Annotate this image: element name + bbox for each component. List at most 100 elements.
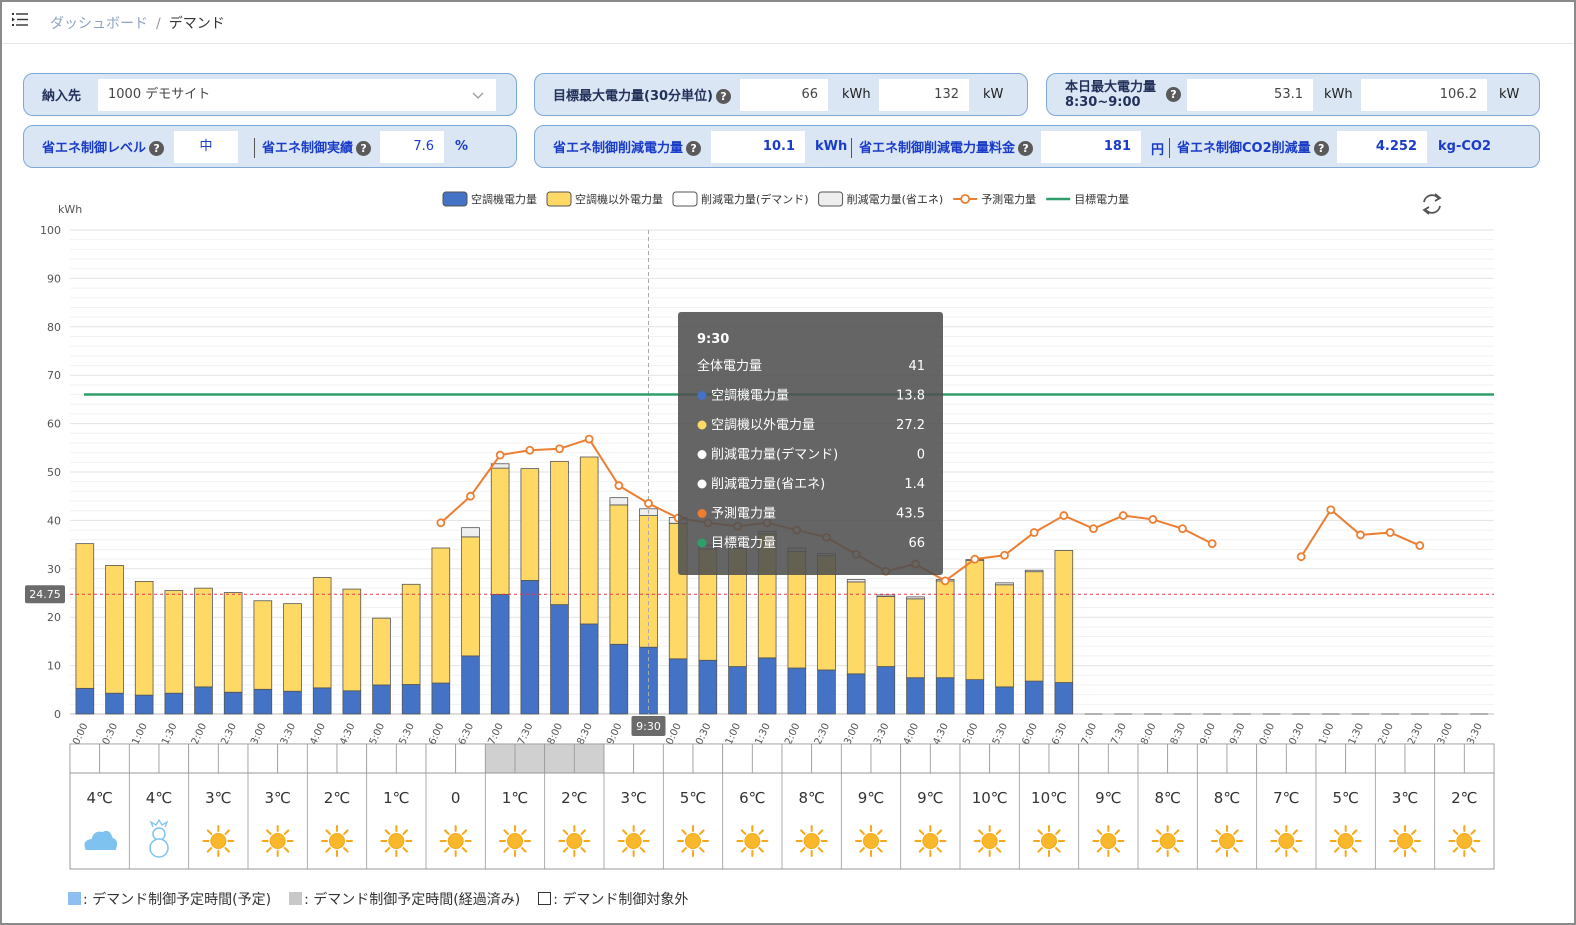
prediction-point bbox=[495, 450, 505, 460]
demand-control-cell bbox=[99, 743, 130, 774]
y-tick-label: 10 bbox=[47, 660, 61, 673]
y-tick-label: 60 bbox=[47, 418, 61, 431]
prediction-point bbox=[1118, 511, 1128, 520]
bar-reduction-saving bbox=[995, 582, 1014, 586]
x-tick-label: 8:00 bbox=[546, 722, 565, 747]
bar-other bbox=[253, 600, 273, 690]
sun-core bbox=[981, 833, 998, 849]
sun-core bbox=[922, 833, 939, 849]
bar-other bbox=[1054, 550, 1074, 683]
bar-aircon bbox=[372, 684, 391, 715]
prediction-point bbox=[466, 491, 475, 501]
threshold-label: 24.75 bbox=[29, 588, 61, 601]
legend-excluded: : デマンド制御対象外 bbox=[538, 889, 688, 909]
tooltip-row-value: 13.8 bbox=[896, 389, 925, 404]
y-axis-label: kWh bbox=[58, 203, 82, 216]
bar-aircon bbox=[906, 677, 925, 715]
tooltip-row-value: 0 bbox=[917, 448, 925, 463]
demand-control-cell bbox=[900, 743, 931, 774]
bar-aircon bbox=[935, 677, 955, 715]
x-tick-label: 5:30 bbox=[397, 722, 416, 747]
bar-other bbox=[609, 504, 629, 645]
prediction-point bbox=[584, 434, 594, 444]
bar-other bbox=[1024, 571, 1044, 682]
demand-control-cell bbox=[366, 743, 397, 774]
weather-temp: 2℃ bbox=[1451, 789, 1477, 807]
sun-icon bbox=[1033, 825, 1065, 857]
sun-icon bbox=[617, 825, 650, 857]
sun-core bbox=[1397, 833, 1413, 849]
x-tick-label: 0:30 bbox=[101, 722, 120, 747]
bar-other bbox=[431, 547, 451, 684]
sun-core bbox=[1278, 833, 1295, 849]
demand-control-cell bbox=[692, 743, 724, 774]
sun-icon bbox=[1389, 825, 1421, 857]
bar-other bbox=[194, 587, 213, 688]
demand-control-cell bbox=[1167, 743, 1198, 774]
tooltip-row-value: 1.4 bbox=[904, 477, 925, 492]
demand-control-cell bbox=[1463, 743, 1495, 774]
sun-core bbox=[1041, 833, 1057, 849]
sun-icon bbox=[1329, 825, 1362, 857]
demand-control-cell bbox=[751, 743, 783, 774]
demand-control-cell bbox=[1434, 743, 1465, 774]
legend-label: 空調機電力量 bbox=[471, 192, 537, 206]
legend-planned: : デマンド制御予定時間(予定) bbox=[68, 889, 271, 909]
demand-control-cell bbox=[573, 743, 605, 774]
bar-aircon bbox=[342, 690, 362, 715]
passed-swatch bbox=[289, 892, 303, 905]
bar-aircon bbox=[817, 669, 836, 715]
demand-control-cell bbox=[1285, 743, 1317, 774]
bar-aircon bbox=[75, 687, 95, 715]
sun-icon bbox=[1211, 825, 1243, 857]
x-tick-label: 0:00 bbox=[71, 722, 90, 747]
weather-temp: 4℃ bbox=[86, 789, 112, 807]
prediction-point bbox=[1326, 505, 1336, 515]
bar-aircon bbox=[787, 667, 807, 715]
bar-other bbox=[995, 584, 1014, 688]
weather-temp: 5℃ bbox=[680, 789, 706, 807]
bar-aircon bbox=[520, 580, 540, 715]
bar-aircon bbox=[579, 623, 599, 715]
bar-aircon bbox=[194, 686, 213, 715]
weather-temp: 3℃ bbox=[264, 789, 290, 807]
bar-aircon bbox=[312, 687, 332, 715]
bar-aircon bbox=[1054, 682, 1074, 715]
prediction-point bbox=[940, 576, 950, 586]
tooltip-dot bbox=[697, 420, 707, 430]
legend-swatch bbox=[672, 191, 698, 207]
legend-planned-text: : デマンド制御予定時間(予定) bbox=[83, 892, 272, 908]
tooltip-dot bbox=[697, 479, 707, 489]
refresh-icon[interactable] bbox=[1422, 193, 1442, 215]
legend-swatch-point bbox=[960, 194, 971, 204]
bar-reduction-saving bbox=[609, 497, 629, 506]
demand-control-cell bbox=[1018, 743, 1050, 774]
demand-control-cell bbox=[69, 743, 101, 774]
bar-other bbox=[876, 595, 896, 667]
y-tick-label: 70 bbox=[47, 369, 61, 382]
demand-control-cell bbox=[840, 743, 872, 774]
prediction-point bbox=[1148, 515, 1158, 524]
weather-temp: 1℃ bbox=[383, 789, 409, 807]
bar-other bbox=[550, 460, 569, 606]
bar-other bbox=[401, 583, 421, 685]
demand-control-cell bbox=[929, 743, 961, 774]
bar-aircon bbox=[253, 688, 273, 715]
x-tick-label: 8:30 bbox=[575, 722, 594, 747]
demand-control-cell bbox=[425, 743, 457, 774]
sun-core bbox=[1219, 833, 1235, 849]
demand-control-cell bbox=[989, 743, 1020, 774]
bar-other bbox=[223, 592, 243, 693]
demand-control-cell bbox=[1345, 743, 1376, 774]
tooltip-title: 9:30 bbox=[697, 332, 729, 347]
legend-passed-text: : デマンド制御予定時間(経過済み) bbox=[304, 892, 521, 908]
sun-core bbox=[507, 833, 523, 849]
demand-control-cell bbox=[217, 743, 249, 774]
sun-icon bbox=[795, 825, 828, 857]
snowman-head bbox=[152, 827, 166, 841]
snowman-body bbox=[149, 838, 169, 858]
weather-temp: 10℃ bbox=[1031, 789, 1067, 807]
legend-label: 削減電力量(デマンド) bbox=[701, 192, 809, 206]
bar-aircon bbox=[134, 694, 154, 715]
sun-icon bbox=[1092, 825, 1125, 857]
